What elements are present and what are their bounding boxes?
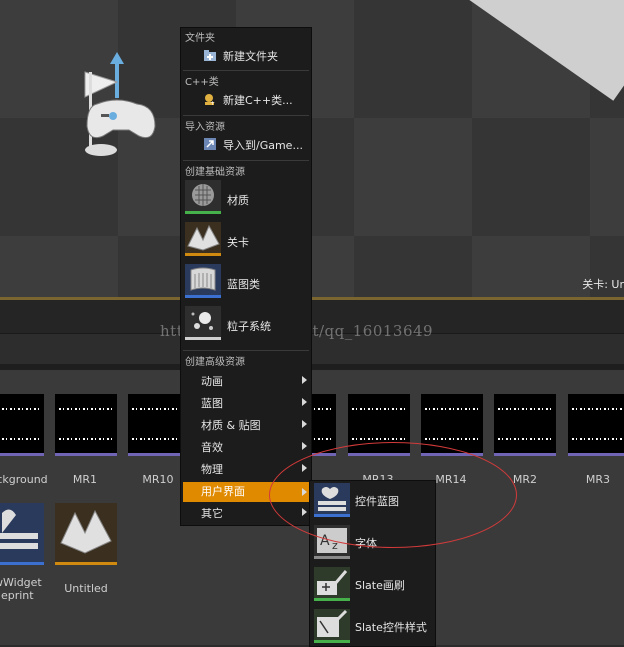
materials-textures-item[interactable]: 材质 & 贴图 bbox=[201, 417, 261, 433]
level-name-label: 关卡: Ur bbox=[582, 278, 624, 291]
annotation-ellipse bbox=[269, 442, 517, 548]
cpp-class-icon: + bbox=[203, 92, 217, 107]
submenu-arrow-icon bbox=[302, 420, 307, 428]
menu-separator bbox=[183, 70, 309, 71]
player-start-icon[interactable] bbox=[75, 52, 160, 162]
blueprint-class-item[interactable]: 蓝图类 bbox=[227, 276, 260, 292]
asset-label: MR3 bbox=[585, 473, 611, 486]
level-item[interactable]: 关卡 bbox=[227, 234, 249, 250]
slate-widget-style-item[interactable]: Slate控件样式 bbox=[355, 619, 427, 635]
level-viewport[interactable]: 关卡: Ur bbox=[0, 0, 624, 300]
widget-blueprint-thumbnail[interactable] bbox=[0, 503, 44, 565]
physics-item[interactable]: 物理 bbox=[201, 461, 223, 477]
menu-separator bbox=[183, 115, 309, 116]
context-menu: 文件夹 新建文件夹 C++类 + 新建C++类... 导入资源 导入到/Game… bbox=[180, 27, 312, 526]
import-to-item[interactable]: 导入到/Game... bbox=[223, 137, 303, 153]
level-asset-thumbnail[interactable] bbox=[55, 503, 117, 565]
slate-brush-icon bbox=[314, 567, 350, 601]
asset-thumbnail[interactable] bbox=[55, 394, 117, 456]
menu-separator bbox=[183, 350, 309, 351]
asset-thumbnail[interactable] bbox=[568, 394, 624, 456]
submenu-arrow-icon bbox=[302, 376, 307, 384]
asset-label: Untitled bbox=[64, 582, 108, 595]
asset-thumbnail[interactable] bbox=[494, 394, 556, 456]
level-icon bbox=[185, 222, 221, 256]
menu-separator bbox=[183, 160, 309, 161]
particle-system-item[interactable]: 粒子系统 bbox=[227, 318, 271, 334]
material-item[interactable]: 材质 bbox=[227, 192, 249, 208]
slate-brush-item[interactable]: Slate画刷 bbox=[355, 577, 405, 593]
slate-widget-style-icon bbox=[314, 609, 350, 643]
viewport-floor-edge bbox=[465, 0, 624, 101]
section-header: 创建高级资源 bbox=[185, 357, 245, 368]
submenu-arrow-icon bbox=[302, 442, 307, 450]
asset-thumbnail[interactable] bbox=[0, 394, 44, 456]
new-folder-item[interactable]: 新建文件夹 bbox=[223, 48, 278, 64]
submenu-arrow-icon bbox=[302, 398, 307, 406]
new-folder-icon bbox=[203, 48, 217, 62]
asset-label: MR1 bbox=[72, 473, 98, 486]
svg-text:+: + bbox=[210, 100, 215, 106]
blueprint-class-icon bbox=[185, 264, 221, 298]
section-header: 创建基础资源 bbox=[185, 167, 245, 178]
blueprint-item[interactable]: 蓝图 bbox=[201, 395, 223, 411]
section-header: C++类 bbox=[185, 77, 219, 88]
section-header: 导入资源 bbox=[185, 122, 225, 133]
sounds-item[interactable]: 音效 bbox=[201, 439, 223, 455]
material-icon bbox=[185, 180, 221, 214]
animation-item[interactable]: 动画 bbox=[201, 373, 223, 389]
particle-system-icon bbox=[185, 306, 221, 340]
user-interface-item[interactable]: 用户界面 bbox=[201, 483, 245, 499]
miscellaneous-item[interactable]: 其它 bbox=[201, 505, 223, 521]
import-icon bbox=[203, 137, 217, 151]
section-header: 文件夹 bbox=[185, 33, 215, 44]
new-cpp-class-item[interactable]: 新建C++类... bbox=[223, 92, 293, 108]
